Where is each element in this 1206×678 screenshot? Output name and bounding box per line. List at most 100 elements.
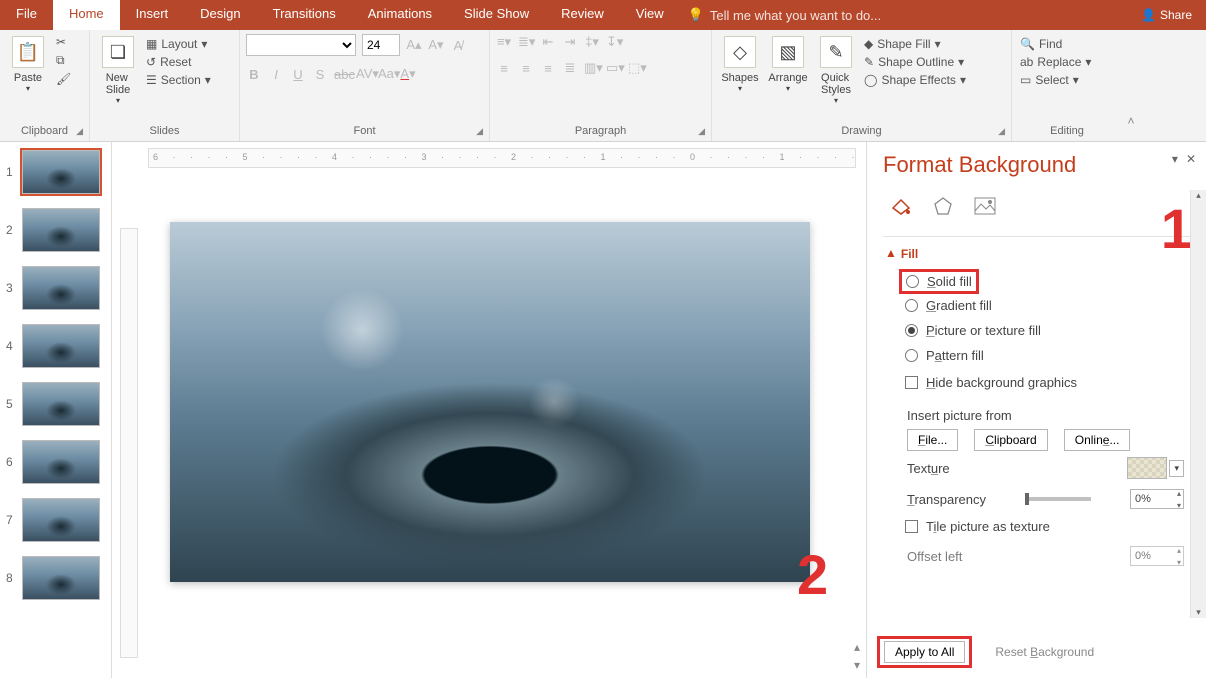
indent-less-button[interactable]: ⇤ xyxy=(540,34,556,50)
indent-more-button[interactable]: ⇥ xyxy=(562,34,578,50)
tab-home[interactable]: Home xyxy=(53,0,120,30)
vertical-ruler xyxy=(112,168,142,678)
text-direction-button[interactable]: ↧▾ xyxy=(606,34,622,50)
smartart-button[interactable]: ⬚▾ xyxy=(628,60,644,76)
tab-transitions[interactable]: Transitions xyxy=(257,0,352,30)
strike-button[interactable]: abc xyxy=(334,67,350,82)
outline-icon: ✎ xyxy=(864,55,874,69)
align-right-button[interactable]: ≡ xyxy=(540,61,556,76)
cut-button[interactable]: ✂ xyxy=(54,34,73,50)
prev-slide-button[interactable]: ▴ xyxy=(854,640,860,654)
align-center-button[interactable]: ≡ xyxy=(518,61,534,76)
fill-section-header[interactable]: ▲Fill xyxy=(885,247,1192,261)
collapse-ribbon-button[interactable]: ˄ xyxy=(1122,30,1140,141)
texture-dropdown-button[interactable]: ▾ xyxy=(1169,460,1184,477)
dialog-launcher-icon[interactable]: ◢ xyxy=(76,126,83,137)
change-case-button[interactable]: Aa▾ xyxy=(378,66,394,82)
thumbnail-5[interactable]: 5 xyxy=(6,382,107,426)
tell-me-search[interactable]: 💡Tell me what you want to do... xyxy=(688,0,881,30)
clear-format-button[interactable]: A̸ xyxy=(450,38,466,53)
tab-animations[interactable]: Animations xyxy=(352,0,448,30)
align-text-button[interactable]: ▭▾ xyxy=(606,60,622,76)
quick-styles-button[interactable]: ✎Quick Styles▾ xyxy=(814,34,858,107)
tab-insert[interactable]: Insert xyxy=(120,0,185,30)
slide[interactable] xyxy=(170,222,810,582)
font-family-select[interactable] xyxy=(246,34,356,56)
shadow-button[interactable]: S xyxy=(312,67,328,82)
shape-outline-button[interactable]: ✎Shape Outline ▾ xyxy=(862,54,968,70)
line-spacing-button[interactable]: ‡▾ xyxy=(584,34,600,50)
shrink-font-button[interactable]: A▾ xyxy=(428,37,444,53)
find-button[interactable]: 🔍Find xyxy=(1018,36,1093,52)
panel-scrollbar[interactable]: ▴▾ xyxy=(1190,190,1206,618)
columns-button[interactable]: ▥▾ xyxy=(584,60,600,76)
thumbnail-1[interactable]: 1 xyxy=(6,150,107,194)
tab-slideshow[interactable]: Slide Show xyxy=(448,0,545,30)
texture-combo[interactable] xyxy=(1127,457,1167,479)
tile-label: Tile picture as texture xyxy=(926,519,1050,534)
shape-effects-button[interactable]: ◯Shape Effects ▾ xyxy=(862,72,968,88)
thumbnail-4[interactable]: 4 xyxy=(6,324,107,368)
section-button[interactable]: ☰Section ▾ xyxy=(144,72,213,88)
thumbnail-8[interactable]: 8 xyxy=(6,556,107,600)
tile-checkbox[interactable] xyxy=(905,520,918,533)
hide-graphics-checkbox[interactable] xyxy=(905,376,918,389)
font-color-button[interactable]: A▾ xyxy=(400,66,416,82)
solid-fill-radio[interactable] xyxy=(906,275,919,288)
share-button[interactable]: 👤Share xyxy=(1127,0,1206,30)
picture-fill-radio[interactable] xyxy=(905,324,918,337)
shapes-button[interactable]: ◇Shapes▾ xyxy=(718,34,762,95)
format-background-panel: ▾ ✕ Format Background 1 ▲Fill SSolid fil… xyxy=(866,142,1206,678)
file-button[interactable]: File... xyxy=(907,429,958,451)
paste-button[interactable]: 📋 Paste▾ xyxy=(6,34,50,95)
justify-button[interactable]: ≣ xyxy=(562,60,578,76)
layout-icon: ▦ xyxy=(146,37,157,51)
arrange-button[interactable]: ▧Arrange▾ xyxy=(766,34,810,95)
thumbnail-7[interactable]: 7 xyxy=(6,498,107,542)
dialog-launcher-icon[interactable]: ◢ xyxy=(476,126,483,137)
apply-to-all-button[interactable]: Apply to All xyxy=(884,641,965,663)
numbering-button[interactable]: ≣▾ xyxy=(518,34,534,50)
shape-fill-button[interactable]: ◆Shape Fill ▾ xyxy=(862,36,968,52)
italic-button[interactable]: I xyxy=(268,67,284,82)
new-slide-button[interactable]: ❏ New Slide▾ xyxy=(96,34,140,107)
bullets-button[interactable]: ≡▾ xyxy=(496,34,512,50)
align-left-button[interactable]: ≡ xyxy=(496,61,512,76)
dialog-launcher-icon[interactable]: ◢ xyxy=(998,126,1005,137)
pattern-fill-radio[interactable] xyxy=(905,349,918,362)
tab-review[interactable]: Review xyxy=(545,0,620,30)
grow-font-button[interactable]: A▴ xyxy=(406,37,422,53)
format-painter-button[interactable]: 🖌 xyxy=(54,71,73,87)
select-button[interactable]: ▭Select ▾ xyxy=(1018,72,1093,88)
bold-button[interactable]: B xyxy=(246,67,262,82)
fill-tab-icon[interactable] xyxy=(887,194,915,218)
transparency-slider[interactable] xyxy=(1025,497,1091,501)
picture-tab-icon[interactable] xyxy=(971,194,999,218)
reset-background-button[interactable]: Reset Background xyxy=(984,641,1105,663)
dialog-launcher-icon[interactable]: ◢ xyxy=(698,126,705,137)
thumbnail-2[interactable]: 2 xyxy=(6,208,107,252)
transparency-label: Transparency xyxy=(907,492,986,507)
reset-button[interactable]: ↺Reset xyxy=(144,54,213,70)
layout-button[interactable]: ▦Layout ▾ xyxy=(144,36,213,52)
annotation-1: 1 xyxy=(1161,196,1192,261)
panel-close-button[interactable]: ✕ xyxy=(1186,152,1196,166)
offset-spinner[interactable]: 0%▴▾ xyxy=(1130,546,1184,566)
tab-view[interactable]: View xyxy=(620,0,680,30)
transparency-spinner[interactable]: 0%▴▾ xyxy=(1130,489,1184,509)
copy-button[interactable]: ⧉ xyxy=(54,52,73,69)
font-size-input[interactable] xyxy=(362,34,400,56)
next-slide-button[interactable]: ▾ xyxy=(854,658,860,672)
online-button[interactable]: Online... xyxy=(1064,429,1131,451)
char-spacing-button[interactable]: AV▾ xyxy=(356,66,372,82)
thumbnail-6[interactable]: 6 xyxy=(6,440,107,484)
replace-button[interactable]: abReplace ▾ xyxy=(1018,54,1093,70)
clipboard-button[interactable]: Clipboard xyxy=(974,429,1047,451)
panel-options-button[interactable]: ▾ xyxy=(1172,152,1178,166)
thumbnail-3[interactable]: 3 xyxy=(6,266,107,310)
underline-button[interactable]: U xyxy=(290,67,306,82)
tab-design[interactable]: Design xyxy=(184,0,256,30)
tab-file[interactable]: File xyxy=(0,0,53,30)
gradient-fill-radio[interactable] xyxy=(905,299,918,312)
effects-tab-icon[interactable] xyxy=(929,194,957,218)
